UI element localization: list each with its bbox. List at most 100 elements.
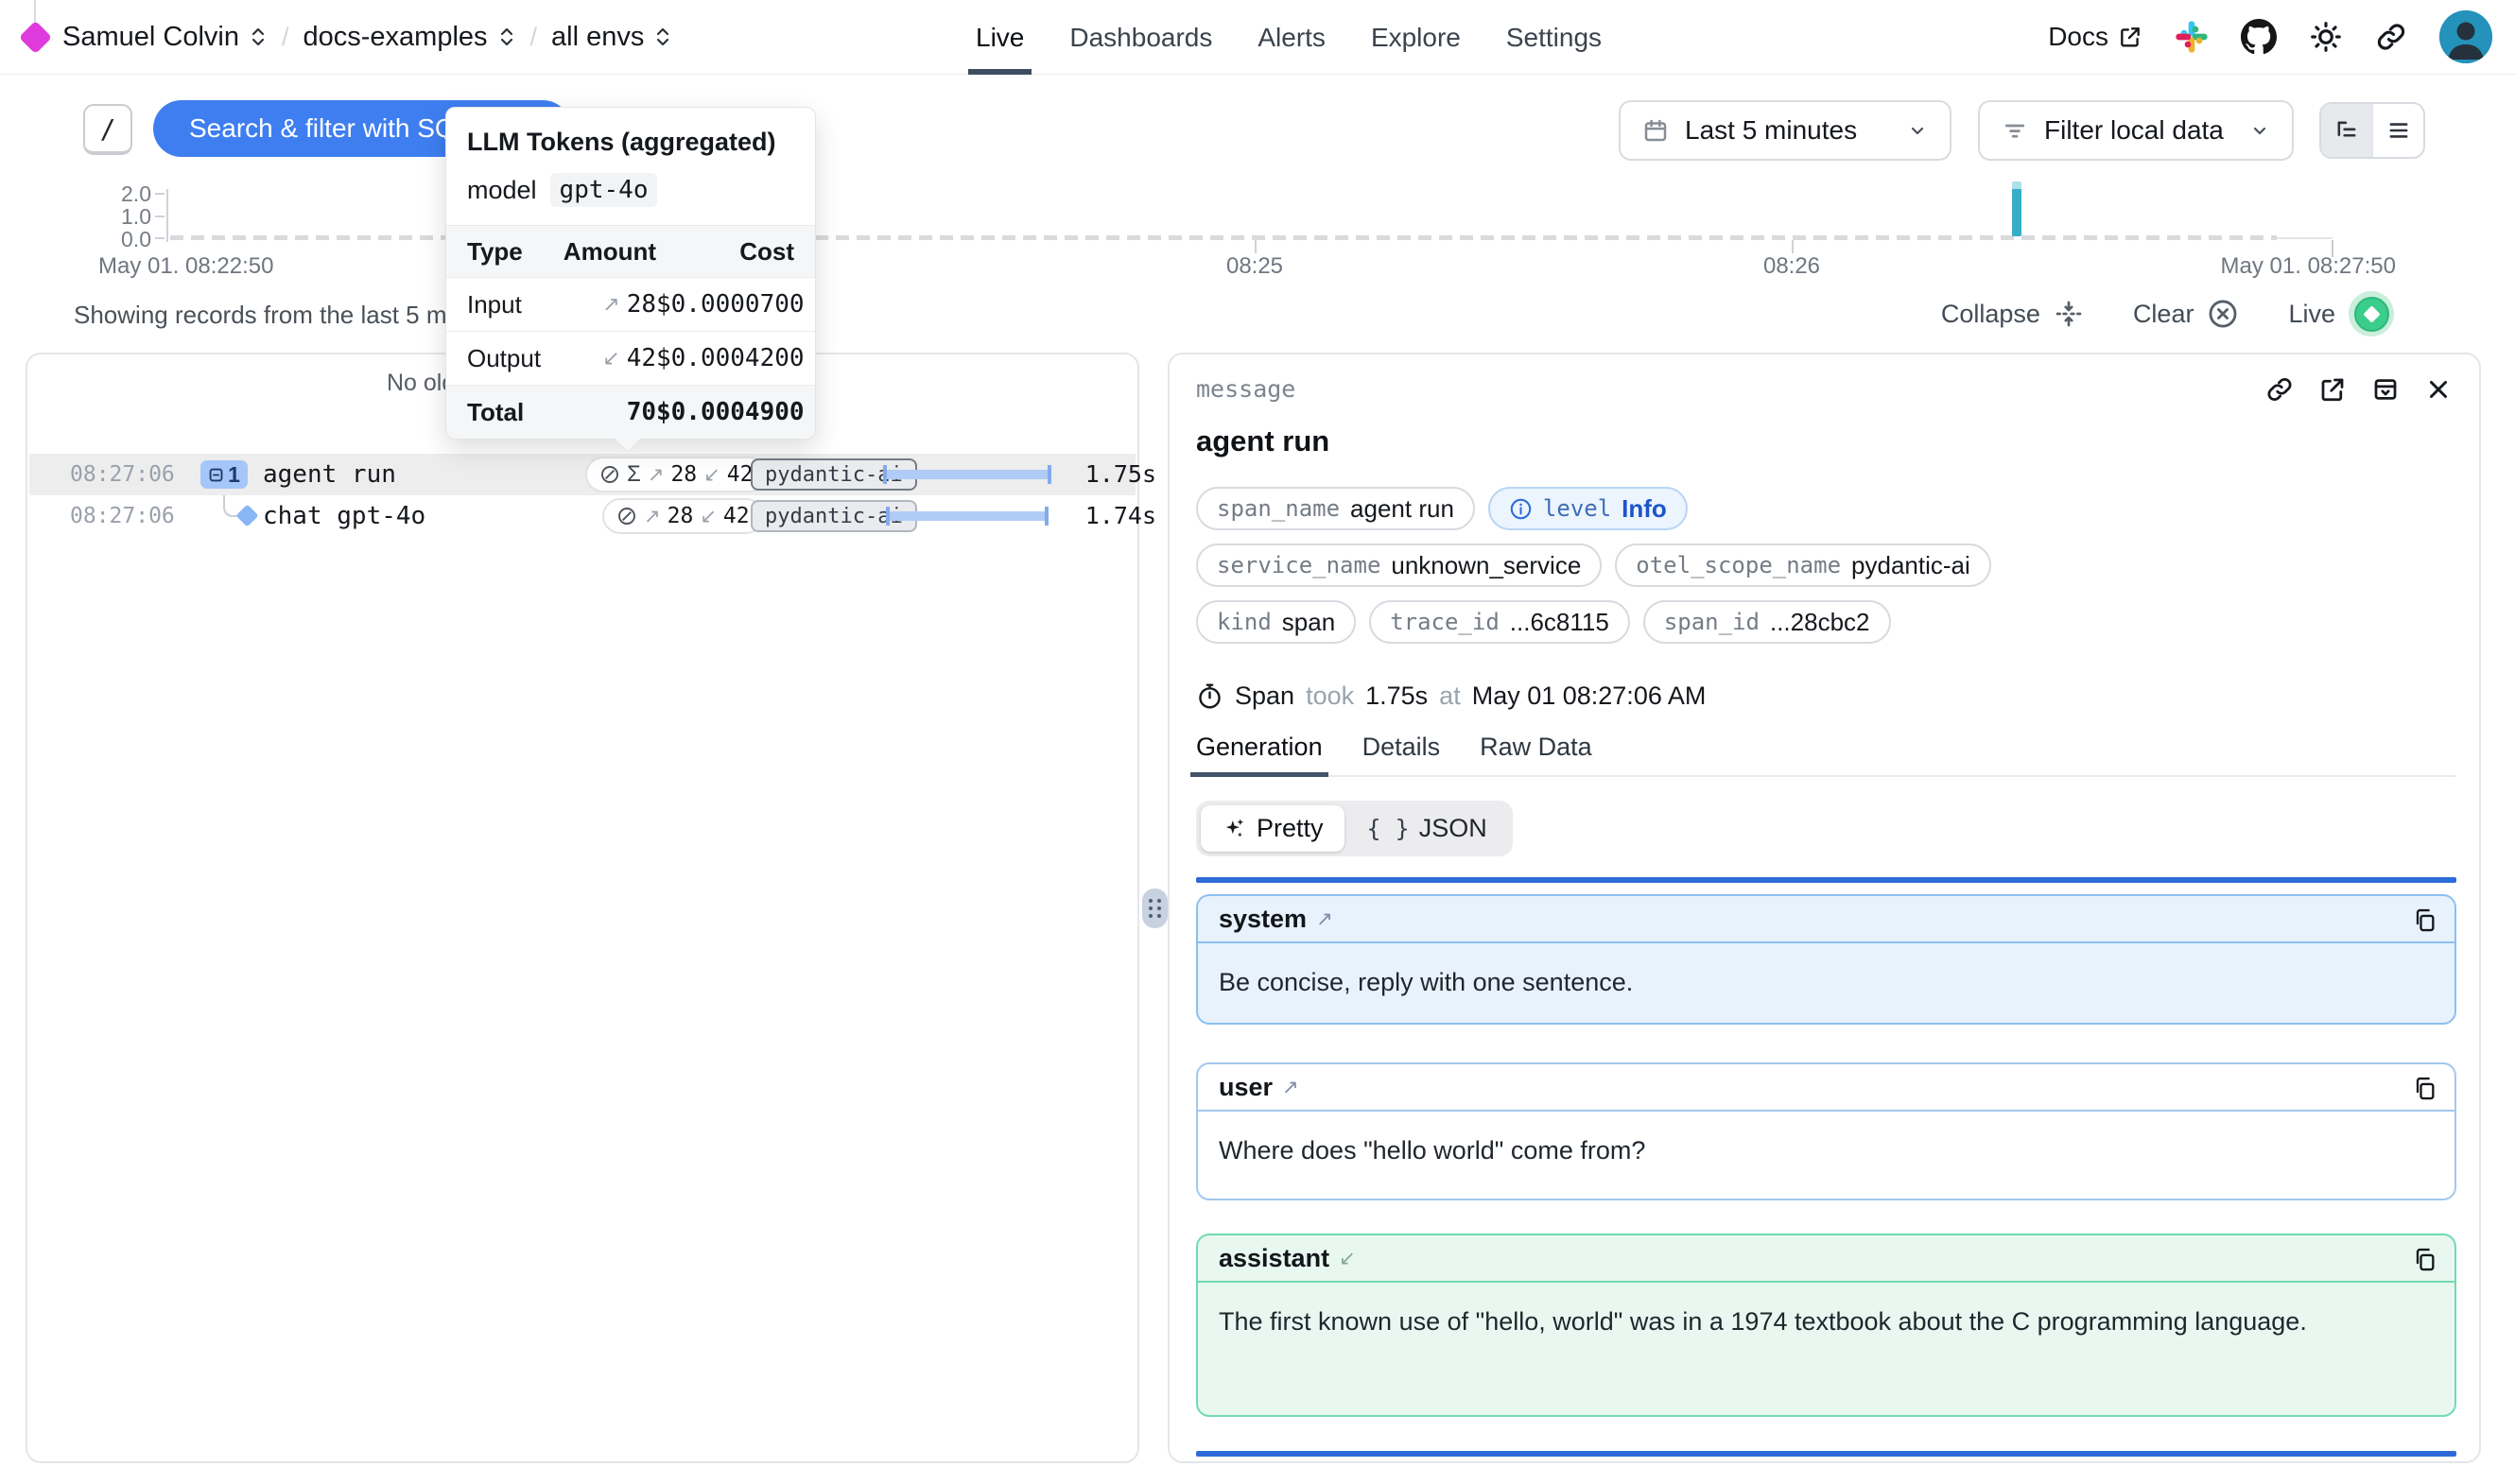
output-arrow-icon: ↙: [703, 463, 720, 487]
open-in-new-icon[interactable]: [2318, 375, 2347, 404]
slash-shortcut-keycap: /: [83, 104, 132, 155]
at-word: at: [1439, 682, 1461, 711]
live-toggle[interactable]: Live: [2288, 291, 2394, 336]
breadcrumb-separator: /: [530, 23, 538, 52]
collapse-vertical-icon: [2054, 299, 2084, 329]
trace-histogram-bar[interactable]: [2012, 181, 2021, 236]
collapse-children-badge[interactable]: 1: [200, 460, 248, 489]
org-selector[interactable]: Samuel Colvin: [62, 22, 268, 53]
output-tokens: 42: [727, 462, 754, 487]
chevron-updown-icon: [249, 26, 268, 48]
child-count: 1: [228, 462, 240, 488]
output-arrow-icon: ↙: [602, 346, 619, 371]
braces-icon: { }: [1367, 815, 1410, 842]
chip-span-id[interactable]: span_id ...28cbc2: [1643, 600, 1891, 644]
span-name: agent run: [263, 454, 396, 495]
detail-panel-actions: [2265, 375, 2453, 404]
collapse-button[interactable]: Collapse: [1941, 299, 2084, 329]
tab-live[interactable]: Live: [976, 0, 1024, 75]
span-duration-bar: [886, 507, 1049, 526]
calendar-icon: [1641, 116, 1670, 145]
share-link-icon[interactable]: [2375, 21, 2407, 53]
time-range-dropdown[interactable]: Last 5 minutes: [1619, 100, 1951, 161]
panel-resize-handle[interactable]: [1142, 889, 1168, 928]
tab-alerts[interactable]: Alerts: [1258, 0, 1326, 75]
copy-link-icon[interactable]: [2265, 375, 2294, 404]
tab-raw-data[interactable]: Raw Data: [1480, 733, 1592, 762]
message-direction-icon: ↗: [1282, 1076, 1299, 1099]
logo-line: [34, 0, 36, 25]
message-card-system: system ↗ Be concise, reply with one sent…: [1196, 894, 2456, 1025]
trace-row-chat-gpt-4o[interactable]: 08:27:06 chat gpt-4o ↗ 28 ↙ 42 pydantic-…: [29, 495, 1136, 537]
theme-sun-icon[interactable]: [2309, 20, 2343, 54]
tooltip-row-output: Output ↙42 $0.0004200: [446, 331, 815, 385]
json-option[interactable]: { } JSON: [1346, 805, 1508, 852]
model-value: gpt-4o: [550, 173, 658, 207]
trace-row-agent-run[interactable]: 08:27:06 1 agent run Σ ↗ 28 ↙ 42 pydanti…: [29, 454, 1136, 495]
message-text: Where does "hello world" come from?: [1198, 1112, 2454, 1189]
sparkle-icon: [1222, 816, 1247, 841]
chip-service-name[interactable]: service_name unknown_service: [1196, 544, 1602, 587]
input-tokens: 28: [668, 504, 694, 528]
token-usage-pill[interactable]: Σ ↗ 28 ↙ 42: [585, 457, 767, 492]
chip-otel-scope-name[interactable]: otel_scope_name pydantic-ai: [1615, 544, 1990, 587]
message-role: user: [1219, 1073, 1273, 1102]
timing-duration: 1.75s: [1365, 682, 1428, 711]
tab-dashboards[interactable]: Dashboards: [1069, 0, 1212, 75]
grip-dots-icon: [1149, 899, 1161, 918]
x-axis-end-label: May 01. 08:27:50: [2165, 253, 2396, 280]
scroll-indicator-top: [1196, 877, 2456, 883]
input-arrow-icon: ↗: [602, 292, 619, 317]
y-axis-tick: [155, 216, 165, 217]
chip-span-name[interactable]: span_name agent run: [1196, 487, 1475, 530]
message-card-user: user ↗ Where does "hello world" come fro…: [1196, 1062, 2456, 1200]
logfire-logo-icon[interactable]: [19, 21, 52, 54]
model-key: model: [467, 176, 537, 205]
y-axis-tick-label: 0.0: [102, 227, 151, 252]
info-icon: [1509, 497, 1533, 521]
token-usage-pill[interactable]: ↗ 28 ↙ 42: [602, 498, 764, 534]
slack-icon[interactable]: [2175, 20, 2209, 54]
filter-local-data-dropdown[interactable]: Filter local data: [1978, 100, 2294, 161]
copy-icon[interactable]: [2411, 906, 2437, 933]
tab-generation[interactable]: Generation: [1196, 733, 1323, 762]
env-selector[interactable]: all envs: [551, 22, 672, 53]
breadcrumb: Samuel Colvin / docs-examples / all envs: [62, 0, 672, 74]
close-icon[interactable]: [2424, 375, 2453, 404]
tree-view-button[interactable]: [2321, 104, 2371, 157]
env-name: all envs: [551, 22, 644, 53]
timing-timestamp: May 01 08:27:06 AM: [1472, 682, 1707, 711]
tab-settings[interactable]: Settings: [1506, 0, 1602, 75]
docs-label: Docs: [2048, 22, 2108, 52]
tab-explore[interactable]: Explore: [1371, 0, 1461, 75]
chip-trace-id[interactable]: trace_id ...6c8115: [1369, 600, 1630, 644]
docs-link[interactable]: Docs: [2048, 22, 2142, 52]
list-view-button[interactable]: [2371, 104, 2423, 157]
project-selector[interactable]: docs-examples: [304, 22, 516, 53]
output-arrow-icon: ↙: [700, 505, 717, 528]
copy-icon[interactable]: [2411, 1075, 2437, 1101]
detail-tabs: Generation Details Raw Data: [1196, 733, 2456, 777]
tokens-icon: [616, 506, 637, 526]
github-icon[interactable]: [2241, 19, 2277, 55]
clear-button[interactable]: Clear: [2133, 298, 2240, 330]
span-word: Span: [1235, 682, 1294, 711]
copy-icon[interactable]: [2411, 1246, 2437, 1272]
pretty-json-toggle: Pretty { } JSON: [1196, 801, 1513, 856]
pretty-option[interactable]: Pretty: [1201, 805, 1344, 852]
pretty-label: Pretty: [1257, 814, 1324, 843]
span-duration-bar: [883, 465, 1051, 484]
clear-label: Clear: [2133, 300, 2194, 329]
user-avatar[interactable]: [2439, 10, 2492, 63]
dock-panel-icon[interactable]: [2371, 375, 2400, 404]
tab-details[interactable]: Details: [1362, 733, 1441, 762]
chip-level[interactable]: level Info: [1488, 487, 1688, 530]
chevron-down-icon: [1906, 119, 1929, 142]
chip-kind[interactable]: kind span: [1196, 600, 1356, 644]
chevron-down-icon: [2248, 119, 2271, 142]
record-kind-label: message: [1196, 375, 1295, 403]
output-tokens: 42: [723, 504, 750, 528]
x-axis-tick: [1255, 240, 1257, 253]
row-timestamp: 08:27:06: [70, 454, 175, 495]
sigma-aggregate-icon: Σ: [627, 461, 641, 488]
